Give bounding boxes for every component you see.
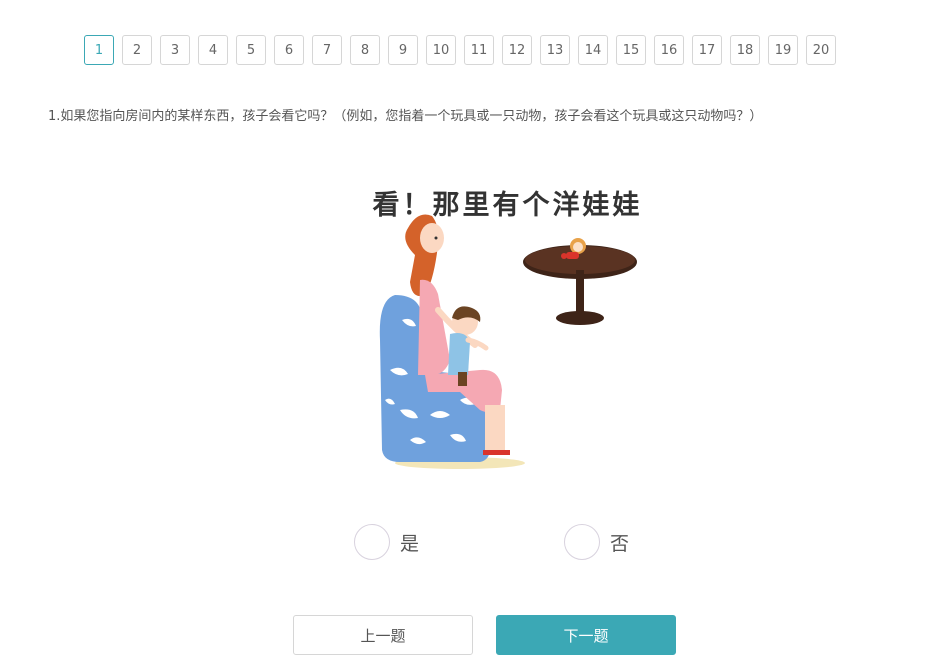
page-button[interactable]: 18 [730, 35, 760, 65]
page-button[interactable]: 19 [768, 35, 798, 65]
option-no[interactable]: 否 [564, 524, 629, 560]
page-button[interactable]: 11 [464, 35, 494, 65]
radio-yes[interactable] [354, 524, 390, 560]
option-no-label: 否 [610, 532, 630, 555]
page-button[interactable]: 20 [806, 35, 836, 65]
page-button[interactable]: 6 [274, 35, 304, 65]
page-button[interactable]: 7 [312, 35, 342, 65]
page-button[interactable]: 2 [122, 35, 152, 65]
page-button[interactable]: 4 [198, 35, 228, 65]
next-question-button[interactable]: 下一题 [496, 615, 676, 655]
page-button[interactable]: 3 [160, 35, 190, 65]
prev-question-button[interactable]: 上一题 [293, 615, 473, 655]
page-button[interactable]: 5 [236, 35, 266, 65]
table-icon [523, 245, 637, 325]
page-button[interactable]: 9 [388, 35, 418, 65]
illustration-mother-child [379, 214, 637, 469]
option-yes-label: 是 [400, 532, 420, 555]
page-button[interactable]: 13 [540, 35, 570, 65]
question-pager: 1 2 3 4 5 6 7 8 9 10 11 12 13 14 15 16 17 18 19 20 [84, 35, 836, 65]
page-button[interactable]: 8 [350, 35, 380, 65]
page-button[interactable]: 10 [426, 35, 456, 65]
question-text: 1.如果您指向房间内的某样东西，孩子会看它吗？（例如，您指着一个玩具或一只动物，… [48, 109, 763, 124]
page-button[interactable]: 17 [692, 35, 722, 65]
page-button[interactable]: 14 [578, 35, 608, 65]
page-button[interactable]: 1 [84, 35, 114, 65]
page-button[interactable]: 16 [654, 35, 684, 65]
page-button[interactable]: 12 [502, 35, 532, 65]
option-yes[interactable]: 是 [354, 524, 419, 560]
page-button[interactable]: 15 [616, 35, 646, 65]
radio-no[interactable] [564, 524, 600, 560]
